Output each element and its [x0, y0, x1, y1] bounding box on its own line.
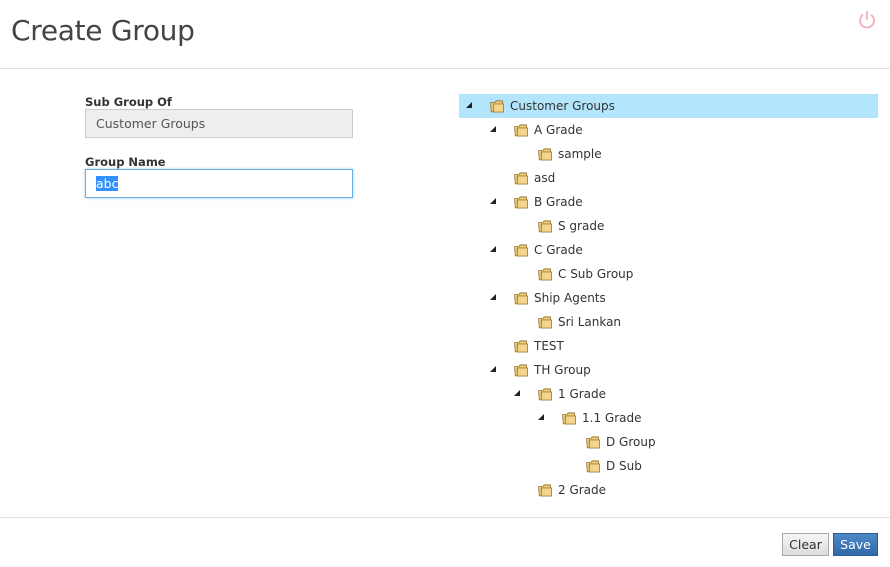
tree-node-label: sample: [558, 147, 602, 161]
folder-icon: [513, 122, 529, 138]
folder-icon: [513, 290, 529, 306]
tree-node[interactable]: asd: [459, 166, 878, 190]
tree-node-label: C Grade: [534, 243, 583, 257]
group-name-value: abc: [96, 176, 119, 191]
folder-icon: [513, 242, 529, 258]
tree-node[interactable]: S grade: [459, 214, 878, 238]
tree-node-label: 2 Grade: [558, 483, 607, 497]
tree-node[interactable]: Ship Agents: [459, 286, 878, 310]
tree-node-label: D Sub: [606, 459, 642, 473]
tree-node[interactable]: D Group: [459, 430, 878, 454]
tree-node-label: Sri Lankan: [558, 315, 622, 329]
footer-divider: [0, 517, 890, 518]
tree-node[interactable]: D Sub: [459, 454, 878, 478]
tree-node-label: D Group: [606, 435, 656, 449]
folder-icon: [585, 458, 601, 474]
power-icon[interactable]: [856, 9, 878, 31]
tree-node[interactable]: 2 Grade: [459, 478, 878, 502]
tree-node-label: TEST: [534, 339, 564, 353]
page-header: Create Group: [0, 0, 890, 69]
tree-node[interactable]: TH Group: [459, 358, 878, 382]
expand-arrow-icon[interactable]: [490, 246, 496, 252]
tree-node-label: C Sub Group: [558, 267, 634, 281]
tree-node-label: asd: [534, 171, 556, 185]
folder-icon: [561, 410, 577, 426]
tree-node[interactable]: Customer Groups: [459, 94, 878, 118]
expand-arrow-icon[interactable]: [466, 102, 472, 108]
expand-arrow-icon[interactable]: [514, 390, 520, 396]
folder-icon: [537, 266, 553, 282]
folder-icon: [585, 434, 601, 450]
expand-arrow-icon[interactable]: [490, 126, 496, 132]
folder-icon: [513, 362, 529, 378]
tree-node[interactable]: 1.1 Grade: [459, 406, 878, 430]
tree-node[interactable]: sample: [459, 142, 878, 166]
expand-arrow-icon[interactable]: [538, 414, 544, 420]
tree-node-label: A Grade: [534, 123, 583, 137]
tree-node[interactable]: B Grade: [459, 190, 878, 214]
tree-node-label: 1.1 Grade: [582, 411, 642, 425]
expand-arrow-icon[interactable]: [490, 294, 496, 300]
group-name-input[interactable]: abc: [85, 169, 353, 198]
expand-arrow-icon[interactable]: [490, 366, 496, 372]
sub-group-field: Customer Groups: [85, 109, 353, 138]
tree-node[interactable]: TEST: [459, 334, 878, 358]
tree-node-label: S grade: [558, 219, 605, 233]
folder-icon: [489, 98, 505, 114]
tree-node[interactable]: 1 Grade: [459, 382, 878, 406]
tree-node-label: B Grade: [534, 195, 583, 209]
tree-node[interactable]: C Sub Group: [459, 262, 878, 286]
folder-icon: [513, 170, 529, 186]
folder-icon: [537, 482, 553, 498]
tree-node[interactable]: A Grade: [459, 118, 878, 142]
clear-button[interactable]: Clear: [782, 533, 829, 556]
folder-icon: [537, 386, 553, 402]
folder-icon: [513, 338, 529, 354]
folder-icon: [513, 194, 529, 210]
folder-icon: [537, 218, 553, 234]
folder-icon: [537, 314, 553, 330]
tree-node[interactable]: C Grade: [459, 238, 878, 262]
page-title: Create Group: [11, 14, 195, 47]
save-button[interactable]: Save: [833, 533, 878, 556]
folder-icon: [537, 146, 553, 162]
tree-node-label: 1 Grade: [558, 387, 607, 401]
tree-node-label: TH Group: [534, 363, 591, 377]
tree-node-label: Customer Groups: [510, 99, 615, 113]
tree-node[interactable]: Sri Lankan: [459, 310, 878, 334]
sub-group-label: Sub Group Of: [85, 95, 172, 109]
tree-node-label: Ship Agents: [534, 291, 606, 305]
group-name-label: Group Name: [85, 155, 166, 169]
expand-arrow-icon[interactable]: [490, 198, 496, 204]
